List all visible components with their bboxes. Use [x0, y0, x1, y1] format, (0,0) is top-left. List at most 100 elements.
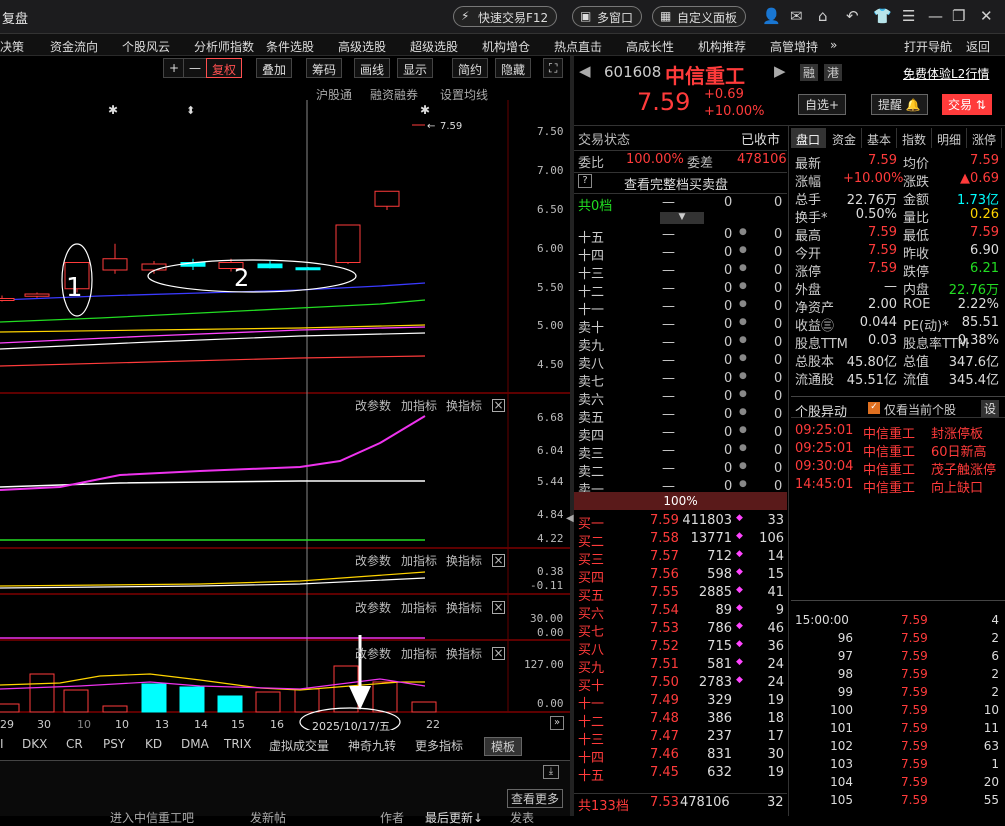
buy-level-row[interactable]: 买三 7.57 712 ◆ 14	[574, 548, 787, 568]
zoom-out-button[interactable]: —	[183, 58, 207, 78]
menu-item[interactable]: 个股风云	[122, 38, 170, 55]
alert-row[interactable]: 09:25:01 中信重工 60日新高	[791, 440, 1005, 460]
menu-item[interactable]: 决策	[0, 38, 24, 55]
scroll-right-icon[interactable]: »	[550, 716, 564, 730]
add-indicator-link[interactable]: 加指标	[401, 645, 437, 662]
sell-level-row[interactable]: 卖二 —0 ● 0	[574, 460, 787, 480]
sell-level-row[interactable]: 卖四 —0 ● 0	[574, 424, 787, 444]
add-indicator-link[interactable]: 加指标	[401, 397, 437, 414]
help-icon[interactable]: ?	[578, 174, 592, 188]
hide-button[interactable]: 隐藏	[495, 58, 532, 78]
buy-level-row[interactable]: 十一 7.49 329 19	[574, 692, 787, 712]
menu-item[interactable]: 热点直击	[554, 38, 602, 55]
sell-level-row[interactable]: 十三 —0 ● 0	[574, 262, 787, 282]
remind-button[interactable]: 提醒 🔔	[871, 94, 928, 115]
mail-icon[interactable]: ✉	[790, 7, 803, 25]
tab-indicator[interactable]: I	[0, 737, 4, 751]
restore-icon[interactable]: ❐	[952, 7, 965, 25]
chips-button[interactable]: 筹码	[306, 58, 343, 78]
menu-more[interactable]: »	[830, 38, 837, 52]
home-icon[interactable]: ⌂	[818, 7, 828, 25]
alert-row[interactable]: 14:45:01 中信重工 向上缺口	[791, 476, 1005, 496]
draw-line-button[interactable]: 画线	[354, 58, 391, 78]
menu-item[interactable]: 机构增仓	[482, 38, 530, 55]
undo-icon[interactable]: ↶	[846, 7, 859, 25]
change-params-link[interactable]: 改参数	[355, 397, 391, 414]
simple-button[interactable]: 简约	[452, 58, 489, 78]
buy-level-row[interactable]: 买二 7.58 13771 ◆ 106	[574, 530, 787, 550]
quick-trade-button[interactable]: ⚡ 快速交易F12	[453, 6, 558, 27]
tab-limit-up[interactable]: 涨停	[967, 128, 1003, 148]
switch-indicator-link[interactable]: 换指标	[446, 599, 482, 616]
close-panel-icon[interactable]: ×	[492, 554, 505, 567]
tab-indicator[interactable]: DMA	[181, 737, 209, 751]
fullscreen-icon[interactable]: ⛶	[543, 58, 564, 78]
add-watchlist-button[interactable]: 自选+	[798, 94, 847, 115]
restore-rights-button[interactable]: 复权	[206, 58, 243, 78]
buy-level-row[interactable]: 买六 7.54 89 ◆ 9	[574, 602, 787, 622]
tab-template[interactable]: 模板	[484, 737, 523, 756]
menu-item[interactable]: 资金流向	[50, 38, 98, 55]
only-current-checkbox[interactable]: ✓	[868, 402, 880, 414]
display-button[interactable]: 显示	[397, 58, 434, 78]
kline-chart[interactable]: ✱ ⬍ ✱ ← 7.59 1 2	[0, 100, 570, 730]
buy-level-row[interactable]: 十五 7.45 632 19	[574, 764, 787, 784]
sell-level-row[interactable]: 卖五 —0 ● 0	[574, 406, 787, 426]
tab-indicator[interactable]: 神奇九转	[348, 737, 396, 754]
tab-more-indicators[interactable]: 更多指标	[415, 737, 463, 754]
user-icon[interactable]: 👤	[762, 7, 781, 25]
buy-level-row[interactable]: 买十 7.50 2783 ◆ 24	[574, 674, 787, 694]
custom-panel-button[interactable]: ▦ 自定义面板	[652, 6, 747, 27]
tab-indicator[interactable]: CR	[66, 737, 83, 751]
buy-level-row[interactable]: 十四 7.46 831 30	[574, 746, 787, 766]
tab-basic[interactable]: 基本	[862, 128, 898, 148]
trade-button[interactable]: 交易 ⇅	[942, 94, 992, 115]
switch-indicator-link[interactable]: 换指标	[446, 397, 482, 414]
tab-indicator[interactable]: DKX	[22, 737, 47, 751]
sell-level-row[interactable]: 十四 —0 ● 0	[574, 244, 787, 264]
alert-row[interactable]: 09:25:01 中信重工 封涨停板	[791, 422, 1005, 442]
view-more-button[interactable]: 查看更多	[507, 789, 564, 808]
multi-window-button[interactable]: ▣ 多窗口	[572, 6, 643, 27]
change-params-link[interactable]: 改参数	[355, 552, 391, 569]
sell-level-row[interactable]: 十五 —0 ● 0	[574, 226, 787, 246]
buy-level-row[interactable]: 买七 7.53 786 ◆ 46	[574, 620, 787, 640]
tab-indicator[interactable]: PSY	[103, 737, 125, 751]
minimize-icon[interactable]: —	[928, 7, 943, 25]
download-icon[interactable]: ⤓	[543, 765, 559, 779]
prev-stock-icon[interactable]: ◀	[579, 62, 591, 80]
tab-funds[interactable]: 资金	[827, 128, 863, 148]
buy-level-row[interactable]: 买四 7.56 598 ◆ 15	[574, 566, 787, 586]
tab-indicator[interactable]: TRIX	[224, 737, 251, 751]
buy-level-row[interactable]: 十三 7.47 237 17	[574, 728, 787, 748]
switch-indicator-link[interactable]: 换指标	[446, 645, 482, 662]
zoom-in-button[interactable]: +	[163, 58, 186, 78]
last-updated-column[interactable]: 最后更新↓	[425, 809, 483, 826]
forum-link[interactable]: 进入中信重工吧	[110, 809, 194, 826]
menu-item[interactable]: 高管增持	[770, 38, 818, 55]
menu-open-nav[interactable]: 打开导航	[904, 38, 952, 55]
expand-book-icon[interactable]: ▼	[660, 212, 704, 224]
sell-level-row[interactable]: 卖三 —0 ● 0	[574, 442, 787, 462]
change-params-link[interactable]: 改参数	[355, 599, 391, 616]
menu-item[interactable]: 机构推荐	[698, 38, 746, 55]
sell-level-row[interactable]: 卖六 —0 ● 0	[574, 388, 787, 408]
next-stock-icon[interactable]: ▶	[774, 62, 786, 80]
close-panel-icon[interactable]: ×	[492, 647, 505, 660]
add-indicator-link[interactable]: 加指标	[401, 552, 437, 569]
tab-indicator[interactable]: 虚拟成交量	[269, 737, 329, 754]
buy-level-row[interactable]: 十二 7.48 386 18	[574, 710, 787, 730]
menu-item[interactable]: 高成长性	[626, 38, 674, 55]
menu-item[interactable]: 分析师指数	[194, 38, 254, 55]
sell-level-row[interactable]: 十一 —0 ● 0	[574, 298, 787, 318]
tab-detail[interactable]: 明细	[932, 128, 968, 148]
tab-quote[interactable]: 盘口	[791, 128, 827, 148]
menu-back[interactable]: 返回	[966, 38, 990, 55]
shirt-icon[interactable]: 👕	[873, 7, 892, 25]
buy-level-row[interactable]: 买九 7.51 581 ◆ 24	[574, 656, 787, 676]
new-post-link[interactable]: 发新帖	[250, 809, 286, 826]
sell-level-row[interactable]: 十二 —0 ● 0	[574, 280, 787, 300]
menu-item[interactable]: 高级选股	[338, 38, 386, 55]
add-indicator-link[interactable]: 加指标	[401, 599, 437, 616]
sell-level-row[interactable]: 卖八 —0 ● 0	[574, 352, 787, 372]
